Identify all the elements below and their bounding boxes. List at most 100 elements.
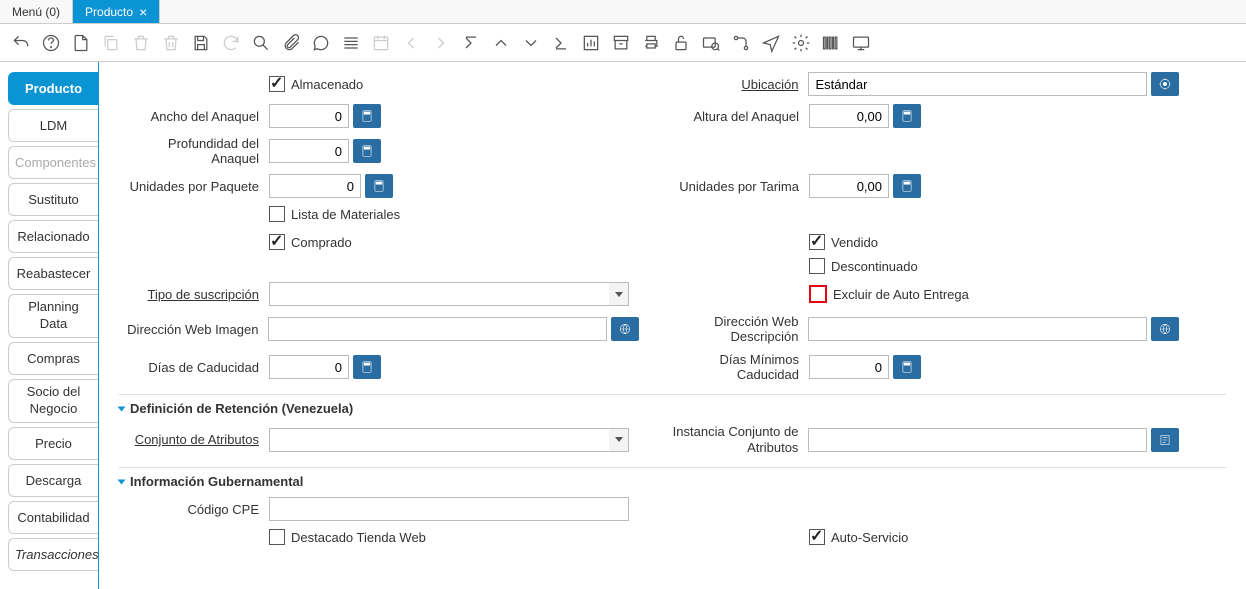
input-dirimg[interactable]: [268, 317, 607, 341]
sidetab-ldm[interactable]: LDM: [8, 109, 98, 142]
lbl-descontinuado: Descontinuado: [831, 259, 918, 274]
chevron-down-icon-2[interactable]: [609, 428, 629, 452]
workflow-icon[interactable]: [730, 32, 752, 54]
lbl-altura: Altura del Anaquel: [659, 109, 809, 124]
lock-icon[interactable]: [670, 32, 692, 54]
chk-excluir[interactable]: [809, 285, 827, 303]
dd-tiposusc[interactable]: [269, 282, 629, 306]
search-icon[interactable]: [250, 32, 272, 54]
sidetab-producto[interactable]: Producto: [8, 72, 98, 105]
section-retencion[interactable]: Definición de Retención (Venezuela): [119, 394, 1226, 416]
input-upt[interactable]: [809, 174, 889, 198]
nav-next-icon[interactable]: [430, 32, 452, 54]
chk-destacado[interactable]: [269, 529, 285, 545]
screen-icon[interactable]: [850, 32, 872, 54]
chk-listamat[interactable]: [269, 206, 285, 222]
sidetab-relacionado[interactable]: Relacionado: [8, 220, 98, 253]
section-gub[interactable]: Información Gubernamental: [119, 467, 1226, 489]
lbl-listamat: Lista de Materiales: [291, 207, 400, 222]
calc-icon[interactable]: [353, 104, 381, 128]
lbl-ancho: Ancho del Anaquel: [119, 109, 269, 124]
input-prof[interactable]: [269, 139, 349, 163]
chk-autoservicio[interactable]: [809, 529, 825, 545]
form-scroll[interactable]: Almacenado Ubicación Ancho del Anaquel A…: [98, 62, 1246, 589]
chk-almacenado[interactable]: [269, 76, 285, 92]
section-retencion-label: Definición de Retención (Venezuela): [130, 401, 353, 416]
copy-icon[interactable]: [100, 32, 122, 54]
attachment-icon[interactable]: [280, 32, 302, 54]
down-icon[interactable]: [520, 32, 542, 54]
input-dirdesc[interactable]: [808, 317, 1147, 341]
calendar-icon[interactable]: [370, 32, 392, 54]
delete2-icon[interactable]: [160, 32, 182, 54]
input-diasmin[interactable]: [809, 355, 889, 379]
sidetab-reabastecer[interactable]: Reabastecer: [8, 257, 98, 290]
input-codigocpe[interactable]: [269, 497, 629, 521]
dd-conjattr[interactable]: [269, 428, 629, 452]
calc-icon-6[interactable]: [353, 355, 381, 379]
input-tiposusc[interactable]: [269, 282, 629, 306]
detail-icon[interactable]: [1151, 428, 1179, 452]
save-icon[interactable]: [190, 32, 212, 54]
last-icon[interactable]: [550, 32, 572, 54]
side-tabs: Producto LDM Componentes Sustituto Relac…: [0, 62, 98, 589]
send-icon[interactable]: [760, 32, 782, 54]
undo-icon[interactable]: [10, 32, 32, 54]
input-conjattr[interactable]: [269, 428, 629, 452]
sidetab-contabilidad[interactable]: Contabilidad: [8, 501, 98, 534]
tab-producto[interactable]: Producto ×: [73, 0, 160, 23]
nav-prev-icon[interactable]: [400, 32, 422, 54]
lbl-dirdesc: Dirección Web Descripción: [659, 314, 808, 344]
sidetab-transacciones[interactable]: Transacciones: [8, 538, 98, 571]
sidetab-componentes[interactable]: Componentes: [8, 146, 98, 179]
gear-icon[interactable]: [790, 32, 812, 54]
calc-icon-2[interactable]: [893, 104, 921, 128]
calc-icon-4[interactable]: [365, 174, 393, 198]
lbl-prof: Profundidad del Anaquel: [119, 136, 269, 166]
sidetab-descarga[interactable]: Descarga: [8, 464, 98, 497]
lbl-ubicacion: Ubicación: [659, 77, 808, 92]
lbl-conjattr: Conjunto de Atributos: [119, 432, 269, 447]
input-diascad[interactable]: [269, 355, 349, 379]
chk-vendido[interactable]: [809, 234, 825, 250]
input-ubicacion[interactable]: [808, 72, 1147, 96]
sidetab-precio[interactable]: Precio: [8, 427, 98, 460]
calc-icon-5[interactable]: [893, 174, 921, 198]
delete-icon[interactable]: [130, 32, 152, 54]
lbl-codigocpe: Código CPE: [119, 502, 269, 517]
sidetab-compras[interactable]: Compras: [8, 342, 98, 375]
globe-icon[interactable]: [611, 317, 639, 341]
chevron-down-icon[interactable]: [609, 282, 629, 306]
chat-icon[interactable]: [310, 32, 332, 54]
lbl-comprado: Comprado: [291, 235, 352, 250]
sidetab-sustituto[interactable]: Sustituto: [8, 183, 98, 216]
calc-icon-3[interactable]: [353, 139, 381, 163]
locate-icon[interactable]: [1151, 72, 1179, 96]
chk-comprado[interactable]: [269, 234, 285, 250]
first-icon[interactable]: [460, 32, 482, 54]
print-icon[interactable]: [640, 32, 662, 54]
calc-icon-7[interactable]: [893, 355, 921, 379]
sidetab-planning[interactable]: PlanningData: [8, 294, 98, 338]
close-icon[interactable]: ×: [139, 5, 147, 19]
toolbar: [0, 24, 1246, 62]
input-altura[interactable]: [809, 104, 889, 128]
input-upk[interactable]: [269, 174, 361, 198]
globe-icon-2[interactable]: [1151, 317, 1179, 341]
chk-descontinuado[interactable]: [809, 258, 825, 274]
barcode-icon[interactable]: [820, 32, 842, 54]
list-icon[interactable]: [340, 32, 362, 54]
new-icon[interactable]: [70, 32, 92, 54]
zoom-icon[interactable]: [700, 32, 722, 54]
input-ancho[interactable]: [269, 104, 349, 128]
help-icon[interactable]: [40, 32, 62, 54]
refresh-icon[interactable]: [220, 32, 242, 54]
lbl-diascad: Días de Caducidad: [119, 360, 269, 375]
lbl-tiposusc: Tipo de suscripción: [119, 287, 269, 302]
form-area: Almacenado Ubicación Ancho del Anaquel A…: [99, 62, 1246, 589]
up-icon[interactable]: [490, 32, 512, 54]
report-icon[interactable]: [580, 32, 602, 54]
sidetab-socio[interactable]: Socio delNegocio: [8, 379, 98, 423]
tab-menu[interactable]: Menú (0): [0, 0, 73, 23]
archive-icon[interactable]: [610, 32, 632, 54]
